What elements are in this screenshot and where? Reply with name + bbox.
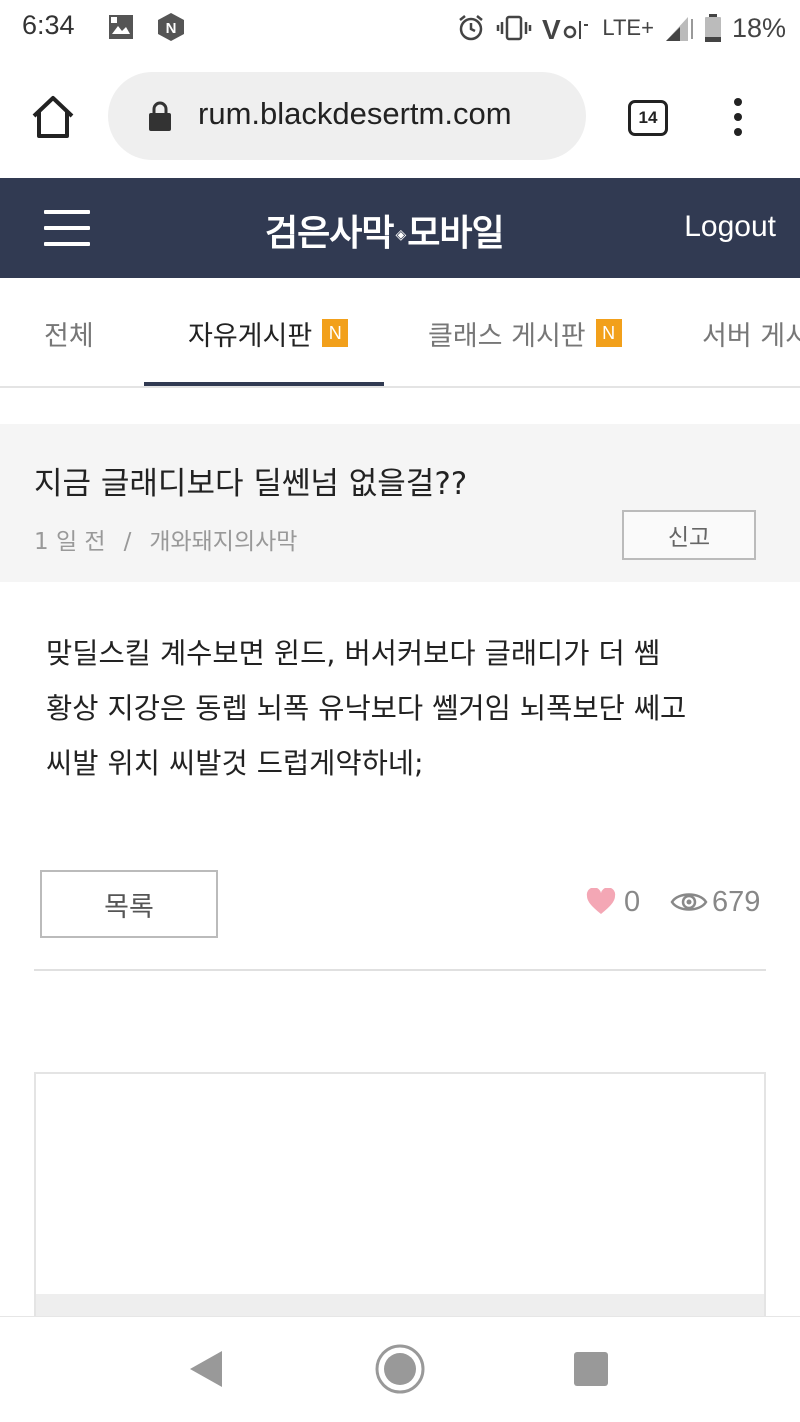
volte-icon: V [542,14,589,43]
view-stats: 679 [670,882,760,922]
alarm-icon [459,15,484,41]
site-header: 검은사막 ◈모바일 Logout [0,178,800,278]
like-button[interactable]: 0 [586,882,640,922]
post-time: 1 일 전 [34,529,106,555]
comment-input-area[interactable] [34,1072,766,1334]
tab-label: 클래스 게시판 [428,320,586,352]
logo-diamond-icon: ◈ [395,227,406,243]
tab-label: 서버 게시 [702,320,800,352]
like-count: 0 [624,885,641,918]
post-body-line: 황상 지강은 동렙 뇌폭 유낙보다 쎌거임 뇌폭보단 쎄고 [46,692,687,725]
hamburger-menu-icon[interactable] [44,210,90,246]
heart-icon [586,888,616,914]
site-logo[interactable]: 검은사막 ◈모바일 [265,204,505,256]
report-button[interactable]: 신고 [622,510,756,560]
status-time: 6:34 [22,10,75,40]
list-button[interactable]: 목록 [40,870,218,938]
svg-text:N: N [166,20,177,37]
tab-server-board[interactable]: 서버 게시 [702,278,800,386]
logo-text-right: 모바일 [407,213,504,254]
tab-switcher-button[interactable]: 14 [628,100,668,136]
address-bar[interactable]: rum.blackdesertm.com [108,72,586,160]
signal-icon [665,17,693,41]
tab-label: 전체 [44,320,94,352]
back-icon[interactable] [188,1349,224,1389]
post-meta: 1 일 전 / 개와돼지의사막 [34,522,297,556]
new-badge: N [595,319,622,347]
post-author[interactable]: 개와돼지의사막 [149,529,297,555]
active-tab-indicator [144,382,384,386]
tab-class-board[interactable]: 클래스 게시판 N [428,278,622,386]
post-body-line: 맞딜스킬 계수보면 윈드, 버서커보다 글래디가 더 쎔 [46,637,661,670]
divider [34,969,766,971]
post-header: 지금 글래디보다 딜쎈넘 없을걸?? 1 일 전 / 개와돼지의사막 신고 [0,424,800,582]
board-tabs: 전체 자유게시판 N 클래스 게시판 N 서버 게시 [0,278,800,388]
tab-all[interactable]: 전체 [44,278,94,386]
battery-icon [704,14,721,42]
more-icon[interactable] [726,96,750,138]
lock-icon [149,101,171,131]
recents-icon[interactable] [574,1352,608,1386]
vibrate-icon [497,15,532,41]
logo-text-left: 검은사막 [265,213,394,254]
n-app-icon: N [158,13,184,41]
network-type: LTE+ [602,15,654,40]
battery-level: 18% [731,12,786,43]
svg-text:V: V [542,14,561,43]
post-body: 맞딜스킬 계수보면 윈드, 버서커보다 글래디가 더 쎔 황상 지강은 동렙 뇌… [46,626,766,791]
browser-toolbar: rum.blackdesertm.com 14 [0,56,800,178]
status-indicators: V LTE+ 18% [456,10,786,46]
home-icon[interactable] [28,94,78,140]
status-bar: 6:34 N V LTE+ 18% [0,0,800,56]
post-body-line: 씨발 위치 씨발것 드럽게약하네; [46,747,424,780]
meta-separator: / [123,529,132,555]
tab-free-board[interactable]: 자유게시판 N [188,278,349,386]
url-text: rum.blackdesertm.com [198,96,512,131]
view-count: 679 [712,885,761,918]
post-title: 지금 글래디보다 딜쎈넘 없을걸?? [34,466,468,502]
eye-icon [670,893,708,911]
home-circle-icon[interactable] [374,1343,426,1395]
system-nav-bar [0,1316,800,1422]
new-badge: N [322,319,349,347]
tab-label: 자유게시판 [188,320,313,352]
logout-button[interactable]: Logout [684,210,776,244]
photo-icon [109,15,133,39]
